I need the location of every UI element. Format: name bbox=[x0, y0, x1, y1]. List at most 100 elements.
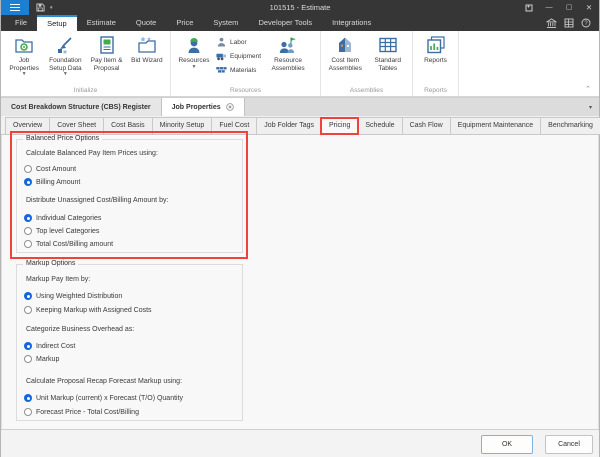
tab-equipment-maintenance[interactable]: Equipment Maintenance bbox=[450, 117, 542, 135]
document-tab-job-properties[interactable]: Job Properties bbox=[162, 98, 245, 116]
tab-overview[interactable]: Overview bbox=[5, 117, 50, 135]
dropdown-caret-icon: ▼ bbox=[192, 65, 197, 70]
radio-button[interactable] bbox=[24, 178, 32, 186]
pay-item-proposal-icon bbox=[97, 35, 117, 55]
radio-option-top-level-categories[interactable]: Top level Categories bbox=[24, 227, 99, 235]
foundation-setup-icon bbox=[55, 35, 75, 55]
radio-option-individual-categories[interactable]: Individual Categories bbox=[24, 214, 101, 222]
equipment-icon bbox=[216, 51, 227, 61]
menu-tab-file[interactable]: File bbox=[5, 15, 37, 31]
pricing-panel: Balanced Price Options Calculate Balance… bbox=[1, 135, 599, 429]
tab-fuel-cost[interactable]: Fuel Cost bbox=[211, 117, 257, 135]
menu-tab-price[interactable]: Price bbox=[166, 15, 203, 31]
job-properties-button[interactable]: Job Properties ▼ bbox=[4, 33, 44, 77]
foundation-setup-data-button[interactable]: Foundation Setup Data ▼ bbox=[44, 33, 86, 77]
tab-schedule[interactable]: Schedule bbox=[357, 117, 402, 135]
group-title: Balanced Price Options bbox=[23, 135, 102, 142]
new-window-icon[interactable] bbox=[519, 0, 539, 15]
tab-job-folder-tags[interactable]: Job Folder Tags bbox=[256, 117, 322, 135]
job-properties-tab-bar: Overview Cover Sheet Cost Basis Minority… bbox=[1, 116, 599, 135]
radio-button[interactable] bbox=[24, 214, 32, 222]
menu-tab-developer-tools[interactable]: Developer Tools bbox=[248, 15, 322, 31]
menu-tab-estimate[interactable]: Estimate bbox=[77, 15, 126, 31]
menu-tab-quote[interactable]: Quote bbox=[126, 15, 166, 31]
markup-options-group: Markup Options Markup Pay Item by: Using… bbox=[16, 264, 243, 421]
resource-assemblies-button[interactable]: Resource Assemblies bbox=[265, 33, 311, 72]
standard-tables-button[interactable]: Standard Tables bbox=[367, 33, 410, 72]
collapse-ribbon-icon[interactable]: ⌃ bbox=[585, 86, 591, 93]
radio-option-unit-markup-forecast[interactable]: Unit Markup (current) x Forecast (T/O) Q… bbox=[24, 394, 183, 402]
close-button[interactable]: ✕ bbox=[579, 0, 599, 15]
tab-minority-setup[interactable]: Minority Setup bbox=[152, 117, 213, 135]
ribbon-group-label: Assemblies bbox=[321, 86, 412, 96]
maximize-button[interactable]: ▢ bbox=[559, 0, 579, 15]
radio-button[interactable] bbox=[24, 292, 32, 300]
tab-cover-sheet[interactable]: Cover Sheet bbox=[49, 117, 104, 135]
menu-tab-integrations[interactable]: Integrations bbox=[322, 15, 381, 31]
app-menu-button[interactable] bbox=[1, 0, 29, 15]
radio-option-billing-amount[interactable]: Billing Amount bbox=[24, 178, 80, 186]
radio-option-cost-amount[interactable]: Cost Amount bbox=[24, 165, 76, 173]
job-properties-icon bbox=[14, 35, 34, 55]
bid-wizard-button[interactable]: Bid Wizard bbox=[127, 33, 167, 65]
labor-button[interactable]: Labor bbox=[216, 37, 261, 47]
ribbon-group-resources: Resources ▼ Labor Equipment Materials bbox=[171, 31, 321, 96]
menu-tab-setup[interactable]: Setup bbox=[37, 15, 77, 31]
radio-button[interactable] bbox=[24, 165, 32, 173]
ribbon: Job Properties ▼ Foundation Setup Data ▼… bbox=[1, 31, 599, 97]
cost-item-assemblies-icon bbox=[335, 35, 355, 55]
radio-button[interactable] bbox=[24, 355, 32, 363]
save-icon[interactable] bbox=[36, 3, 45, 12]
radio-button[interactable] bbox=[24, 306, 32, 314]
radio-option-indirect-cost[interactable]: Indirect Cost bbox=[24, 342, 75, 350]
reports-button[interactable]: Reports bbox=[416, 33, 455, 65]
materials-icon bbox=[216, 65, 227, 75]
radio-button[interactable] bbox=[24, 227, 32, 235]
resources-button[interactable]: Resources ▼ bbox=[174, 33, 214, 70]
help-icon[interactable]: ? bbox=[581, 18, 591, 28]
labor-icon bbox=[216, 37, 227, 47]
tab-benchmarking[interactable]: Benchmarking bbox=[540, 117, 600, 135]
standard-tables-icon bbox=[378, 35, 398, 55]
radio-button[interactable] bbox=[24, 240, 32, 248]
radio-button[interactable] bbox=[24, 342, 32, 350]
pay-item-proposal-button[interactable]: Pay Item & Proposal bbox=[86, 33, 126, 72]
reports-icon bbox=[426, 35, 446, 55]
hamburger-icon bbox=[10, 2, 20, 13]
footer-bar: OK Cancel bbox=[1, 429, 599, 457]
radio-option-keeping-markup[interactable]: Keeping Markup with Assigned Costs bbox=[24, 306, 152, 314]
svg-text:?: ? bbox=[584, 21, 588, 27]
radio-option-markup[interactable]: Markup bbox=[24, 355, 59, 363]
question-label: Categorize Business Overhead as: bbox=[26, 326, 134, 333]
menu-tab-system[interactable]: System bbox=[203, 15, 248, 31]
radio-option-weighted-distribution[interactable]: Using Weighted Distribution bbox=[24, 292, 122, 300]
ribbon-group-initialize: Job Properties ▼ Foundation Setup Data ▼… bbox=[1, 31, 171, 96]
document-tab-bar: Cost Breakdown Structure (CBS) Register … bbox=[1, 97, 599, 116]
radio-button[interactable] bbox=[24, 408, 32, 416]
quick-access-caret-icon[interactable]: ▾ bbox=[50, 5, 53, 11]
document-tab-cbs-register[interactable]: Cost Breakdown Structure (CBS) Register bbox=[1, 98, 162, 116]
window-title: 101515 - Estimate bbox=[1, 3, 599, 12]
ok-button[interactable]: OK bbox=[481, 435, 533, 454]
materials-button[interactable]: Materials bbox=[216, 65, 261, 75]
ribbon-tab-bar: File Setup Estimate Quote Price System D… bbox=[1, 15, 599, 31]
radio-option-forecast-price[interactable]: Forecast Price - Total Cost/Billing bbox=[24, 408, 139, 416]
tab-cash-flow[interactable]: Cash Flow bbox=[402, 117, 451, 135]
grid-icon[interactable] bbox=[564, 18, 574, 28]
question-label: Calculate Proposal Recap Forecast Markup… bbox=[26, 378, 182, 385]
tab-list-caret-icon[interactable]: ▾ bbox=[589, 104, 599, 111]
close-tab-icon[interactable] bbox=[226, 103, 234, 111]
cost-item-assemblies-button[interactable]: Cost Item Assemblies bbox=[324, 33, 367, 72]
question-label: Markup Pay Item by: bbox=[26, 276, 90, 283]
radio-button[interactable] bbox=[24, 394, 32, 402]
tab-cost-basis[interactable]: Cost Basis bbox=[103, 117, 152, 135]
dropdown-caret-icon: ▼ bbox=[22, 72, 27, 77]
cancel-button[interactable]: Cancel bbox=[545, 435, 593, 454]
equipment-button[interactable]: Equipment bbox=[216, 51, 261, 61]
tab-pricing[interactable]: Pricing bbox=[321, 117, 358, 135]
ribbon-group-assemblies: Cost Item Assemblies Standard Tables Ass… bbox=[321, 31, 413, 96]
minimize-button[interactable]: — bbox=[539, 0, 559, 15]
radio-option-total-cost-billing[interactable]: Total Cost/Billing amount bbox=[24, 240, 113, 248]
ribbon-group-label: Initialize bbox=[1, 86, 170, 96]
bank-icon[interactable] bbox=[546, 18, 557, 29]
